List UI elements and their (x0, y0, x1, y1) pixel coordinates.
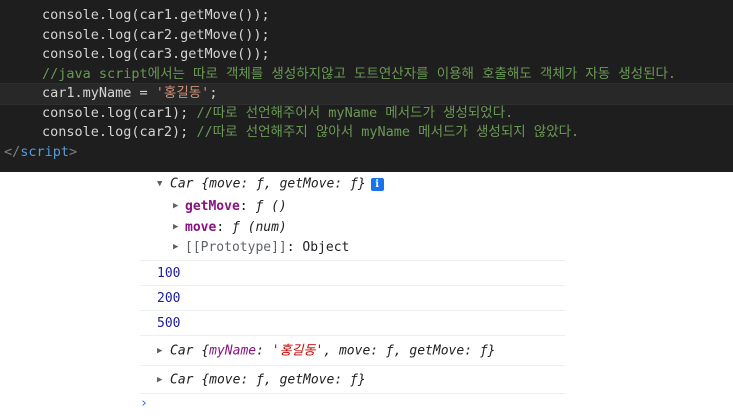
object-prop-move[interactable]: ▶ move: ƒ (num) (157, 217, 565, 238)
object-class-name: Car (170, 343, 194, 358)
log-value: 500 (157, 315, 181, 331)
code-comment: //java script에서는 따로 객체를 생성하지않고 도트연산자를 이용… (42, 65, 677, 82)
prop-name: move (185, 219, 217, 235)
code-line-2: console.log(car2.getMove()); (0, 26, 733, 46)
object-class-name: Car (170, 176, 194, 192)
code-text: console.log(car2); (42, 124, 197, 140)
console-log-car2[interactable]: ▶ Car {move: ƒ, getMove: ƒ} (140, 366, 565, 394)
code-line-6: console.log(car1); //따로 선언해주어서 myName 메서… (0, 104, 733, 124)
log-value: 100 (157, 265, 181, 281)
code-text: console.log(car3.getMove()); (42, 46, 270, 62)
object-class-name: Car (170, 372, 194, 387)
object-summary-rest: , move: ƒ, getMove: ƒ} (323, 343, 496, 358)
prompt-chevron-icon: › (140, 395, 148, 411)
code-comment: //따로 선언해주어서 myName 메서드가 생성되었다. (196, 104, 514, 121)
code-string: '홍길동' (155, 85, 210, 101)
code-line-5-active: car1.myName = '홍길동'; (0, 83, 733, 105)
log-value: 200 (157, 290, 181, 306)
devtools-console: ▼ Car {move: ƒ, getMove: ƒ} i ▶ getMove: ƒ … (140, 172, 565, 420)
expand-triangle-icon[interactable]: ▶ (157, 336, 170, 366)
expand-triangle-icon[interactable]: ▶ (173, 196, 185, 217)
code-line-closing-tag: </script> (0, 143, 733, 163)
code-line-1: console.log(car1.getMove()); (0, 6, 733, 26)
info-icon[interactable]: i (370, 177, 384, 191)
console-log-number: 200 (140, 286, 565, 311)
code-text: console.log(car1); (42, 104, 197, 121)
expand-triangle-icon[interactable]: ▶ (173, 237, 185, 258)
console-log-car1[interactable]: ▶ Car {myName: '홍길동', move: ƒ, getMove: ƒ… (140, 336, 565, 366)
console-log-number: 100 (140, 261, 565, 286)
object-key: myName (209, 343, 257, 358)
code-text: car1.myName = (42, 85, 156, 101)
tag-bracket-close: > (69, 143, 78, 160)
collapse-triangle-icon[interactable]: ▼ (157, 172, 170, 196)
tag-bracket-open: </ (4, 143, 21, 160)
prop-value: ƒ (num) (231, 219, 287, 235)
object-prop-prototype[interactable]: ▶ [[Prototype]]: Object (157, 237, 565, 258)
code-text-tail: ; (209, 85, 218, 101)
prop-sep: : (239, 198, 256, 214)
code-text: console.log(car1.getMove()); (42, 7, 270, 23)
object-string-value: '홍길동' (271, 343, 324, 358)
prop-name: getMove (185, 198, 240, 214)
object-brace-open: { (201, 343, 210, 358)
console-log-number: 500 (140, 311, 565, 336)
prop-name: [[Prototype]] (185, 239, 287, 255)
expand-triangle-icon[interactable]: ▶ (157, 366, 170, 394)
expand-triangle-icon[interactable]: ▶ (173, 217, 185, 238)
tag-name: script (20, 143, 70, 160)
console-object-expanded: ▼ Car {move: ƒ, getMove: ƒ} i ▶ getMove: ƒ … (140, 172, 565, 261)
object-summary: {move: ƒ, getMove: ƒ} (201, 372, 366, 387)
code-editor[interactable]: console.log(car1.getMove()); console.log… (0, 0, 733, 172)
prop-sep: : (286, 239, 303, 255)
prop-sep: : (216, 219, 232, 235)
code-line-7: console.log(car2); //따로 선언해주지 않아서 myName… (0, 123, 733, 143)
prop-value: ƒ () (255, 198, 287, 214)
code-text: console.log(car2.getMove()); (42, 26, 270, 43)
console-prompt[interactable]: › (140, 394, 565, 414)
object-prop-getmove[interactable]: ▶ getMove: ƒ () (157, 196, 565, 217)
code-comment: //따로 선언해주지 않아서 myName 메서드가 생성되지 않았다. (196, 124, 580, 140)
code-line-4: //java script에서는 따로 객체를 생성하지않고 도트연산자를 이용… (0, 65, 733, 85)
prop-value: Object (302, 239, 350, 255)
object-header[interactable]: ▼ Car {move: ƒ, getMove: ƒ} i (157, 172, 565, 196)
object-summary: {move: ƒ, getMove: ƒ} (201, 176, 366, 192)
code-line-3: console.log(car3.getMove()); (0, 45, 733, 65)
